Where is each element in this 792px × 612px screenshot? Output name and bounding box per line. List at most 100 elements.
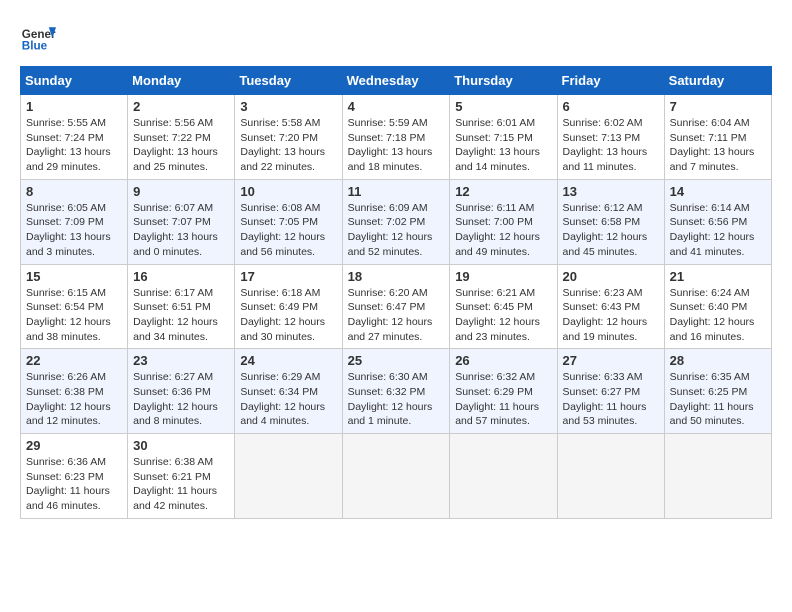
day-info: Sunrise: 5:59 AMSunset: 7:18 PMDaylight:… (348, 116, 445, 175)
day-info: Sunrise: 5:55 AMSunset: 7:24 PMDaylight:… (26, 116, 122, 175)
calendar-table: SundayMondayTuesdayWednesdayThursdayFrid… (20, 66, 772, 519)
day-info: Sunrise: 6:02 AMSunset: 7:13 PMDaylight:… (563, 116, 659, 175)
calendar-cell: 11 Sunrise: 6:09 AMSunset: 7:02 PMDayligh… (342, 179, 450, 264)
day-number: 17 (240, 269, 336, 284)
day-number: 28 (670, 353, 766, 368)
day-number: 25 (348, 353, 445, 368)
calendar-week-4: 22 Sunrise: 6:26 AMSunset: 6:38 PMDayligh… (21, 349, 772, 434)
calendar-body: 1 Sunrise: 5:55 AMSunset: 7:24 PMDaylight… (21, 95, 772, 519)
weekday-tuesday: Tuesday (235, 67, 342, 95)
calendar-cell: 24 Sunrise: 6:29 AMSunset: 6:34 PMDayligh… (235, 349, 342, 434)
day-info: Sunrise: 6:26 AMSunset: 6:38 PMDaylight:… (26, 370, 122, 429)
day-number: 9 (133, 184, 229, 199)
day-info: Sunrise: 6:12 AMSunset: 6:58 PMDaylight:… (563, 201, 659, 260)
calendar-cell: 23Sunrise: 6:27 AMSunset: 6:36 PMDayligh… (128, 349, 235, 434)
calendar-cell: 20 Sunrise: 6:23 AMSunset: 6:43 PMDayligh… (557, 264, 664, 349)
day-number: 15 (26, 269, 122, 284)
day-number: 18 (348, 269, 445, 284)
logo-icon: General Blue (20, 20, 56, 56)
calendar-cell: 6 Sunrise: 6:02 AMSunset: 7:13 PMDaylight… (557, 95, 664, 180)
day-number: 27 (563, 353, 659, 368)
calendar-cell: 27Sunrise: 6:33 AMSunset: 6:27 PMDayligh… (557, 349, 664, 434)
calendar-week-3: 15 Sunrise: 6:15 AMSunset: 6:54 PMDayligh… (21, 264, 772, 349)
calendar-cell (664, 434, 771, 519)
calendar-cell: 1 Sunrise: 5:55 AMSunset: 7:24 PMDaylight… (21, 95, 128, 180)
day-number: 6 (563, 99, 659, 114)
weekday-sunday: Sunday (21, 67, 128, 95)
day-number: 16 (133, 269, 229, 284)
day-info: Sunrise: 6:05 AMSunset: 7:09 PMDaylight:… (26, 201, 122, 260)
calendar-cell: 4 Sunrise: 5:59 AMSunset: 7:18 PMDaylight… (342, 95, 450, 180)
calendar-cell: 21 Sunrise: 6:24 AMSunset: 6:40 PMDayligh… (664, 264, 771, 349)
calendar-cell: 10 Sunrise: 6:08 AMSunset: 7:05 PMDayligh… (235, 179, 342, 264)
calendar-cell (557, 434, 664, 519)
calendar-cell: 17Sunrise: 6:18 AMSunset: 6:49 PMDayligh… (235, 264, 342, 349)
calendar-cell: 22 Sunrise: 6:26 AMSunset: 6:38 PMDayligh… (21, 349, 128, 434)
day-info: Sunrise: 6:07 AMSunset: 7:07 PMDaylight:… (133, 201, 229, 260)
calendar-week-1: 1 Sunrise: 5:55 AMSunset: 7:24 PMDaylight… (21, 95, 772, 180)
calendar-cell: 9 Sunrise: 6:07 AMSunset: 7:07 PMDaylight… (128, 179, 235, 264)
weekday-thursday: Thursday (450, 67, 557, 95)
day-info: Sunrise: 6:32 AMSunset: 6:29 PMDaylight:… (455, 370, 551, 429)
day-info: Sunrise: 6:14 AMSunset: 6:56 PMDaylight:… (670, 201, 766, 260)
page-header: General Blue (20, 20, 772, 56)
calendar-cell: 26 Sunrise: 6:32 AMSunset: 6:29 PMDayligh… (450, 349, 557, 434)
day-number: 26 (455, 353, 551, 368)
day-info: Sunrise: 6:20 AMSunset: 6:47 PMDaylight:… (348, 286, 445, 345)
day-info: Sunrise: 6:08 AMSunset: 7:05 PMDaylight:… (240, 201, 336, 260)
weekday-saturday: Saturday (664, 67, 771, 95)
calendar-cell: 7 Sunrise: 6:04 AMSunset: 7:11 PMDaylight… (664, 95, 771, 180)
calendar-cell (235, 434, 342, 519)
day-number: 4 (348, 99, 445, 114)
day-info: Sunrise: 6:29 AMSunset: 6:34 PMDaylight:… (240, 370, 336, 429)
day-info: Sunrise: 6:38 AMSunset: 6:21 PMDaylight:… (133, 455, 229, 514)
day-number: 5 (455, 99, 551, 114)
day-info: Sunrise: 5:58 AMSunset: 7:20 PMDaylight:… (240, 116, 336, 175)
calendar-cell: 16Sunrise: 6:17 AMSunset: 6:51 PMDayligh… (128, 264, 235, 349)
day-number: 10 (240, 184, 336, 199)
calendar-week-2: 8 Sunrise: 6:05 AMSunset: 7:09 PMDaylight… (21, 179, 772, 264)
day-info: Sunrise: 6:30 AMSunset: 6:32 PMDaylight:… (348, 370, 445, 429)
weekday-header-row: SundayMondayTuesdayWednesdayThursdayFrid… (21, 67, 772, 95)
calendar-cell (450, 434, 557, 519)
day-number: 23 (133, 353, 229, 368)
weekday-wednesday: Wednesday (342, 67, 450, 95)
day-number: 29 (26, 438, 122, 453)
day-number: 24 (240, 353, 336, 368)
day-info: Sunrise: 6:01 AMSunset: 7:15 PMDaylight:… (455, 116, 551, 175)
day-number: 22 (26, 353, 122, 368)
calendar-week-5: 29 Sunrise: 6:36 AMSunset: 6:23 PMDayligh… (21, 434, 772, 519)
calendar-cell: 8 Sunrise: 6:05 AMSunset: 7:09 PMDaylight… (21, 179, 128, 264)
day-number: 2 (133, 99, 229, 114)
day-number: 19 (455, 269, 551, 284)
calendar-cell: 12Sunrise: 6:11 AMSunset: 7:00 PMDayligh… (450, 179, 557, 264)
calendar-cell: 18 Sunrise: 6:20 AMSunset: 6:47 PMDayligh… (342, 264, 450, 349)
calendar-cell: 29 Sunrise: 6:36 AMSunset: 6:23 PMDayligh… (21, 434, 128, 519)
day-info: Sunrise: 6:23 AMSunset: 6:43 PMDaylight:… (563, 286, 659, 345)
day-number: 20 (563, 269, 659, 284)
day-number: 12 (455, 184, 551, 199)
day-number: 3 (240, 99, 336, 114)
calendar-cell: 15 Sunrise: 6:15 AMSunset: 6:54 PMDayligh… (21, 264, 128, 349)
day-number: 14 (670, 184, 766, 199)
day-number: 13 (563, 184, 659, 199)
day-info: Sunrise: 6:36 AMSunset: 6:23 PMDaylight:… (26, 455, 122, 514)
day-info: Sunrise: 6:15 AMSunset: 6:54 PMDaylight:… (26, 286, 122, 345)
calendar-cell: 19Sunrise: 6:21 AMSunset: 6:45 PMDayligh… (450, 264, 557, 349)
day-number: 11 (348, 184, 445, 199)
calendar-cell: 28 Sunrise: 6:35 AMSunset: 6:25 PMDayligh… (664, 349, 771, 434)
logo: General Blue (20, 20, 56, 56)
day-number: 7 (670, 99, 766, 114)
day-info: Sunrise: 6:24 AMSunset: 6:40 PMDaylight:… (670, 286, 766, 345)
day-number: 8 (26, 184, 122, 199)
day-info: Sunrise: 6:04 AMSunset: 7:11 PMDaylight:… (670, 116, 766, 175)
day-info: Sunrise: 6:35 AMSunset: 6:25 PMDaylight:… (670, 370, 766, 429)
calendar-cell (342, 434, 450, 519)
calendar-cell: 25 Sunrise: 6:30 AMSunset: 6:32 PMDayligh… (342, 349, 450, 434)
day-info: Sunrise: 6:09 AMSunset: 7:02 PMDaylight:… (348, 201, 445, 260)
day-number: 1 (26, 99, 122, 114)
day-number: 21 (670, 269, 766, 284)
day-number: 30 (133, 438, 229, 453)
calendar-cell: 5 Sunrise: 6:01 AMSunset: 7:15 PMDaylight… (450, 95, 557, 180)
weekday-friday: Friday (557, 67, 664, 95)
